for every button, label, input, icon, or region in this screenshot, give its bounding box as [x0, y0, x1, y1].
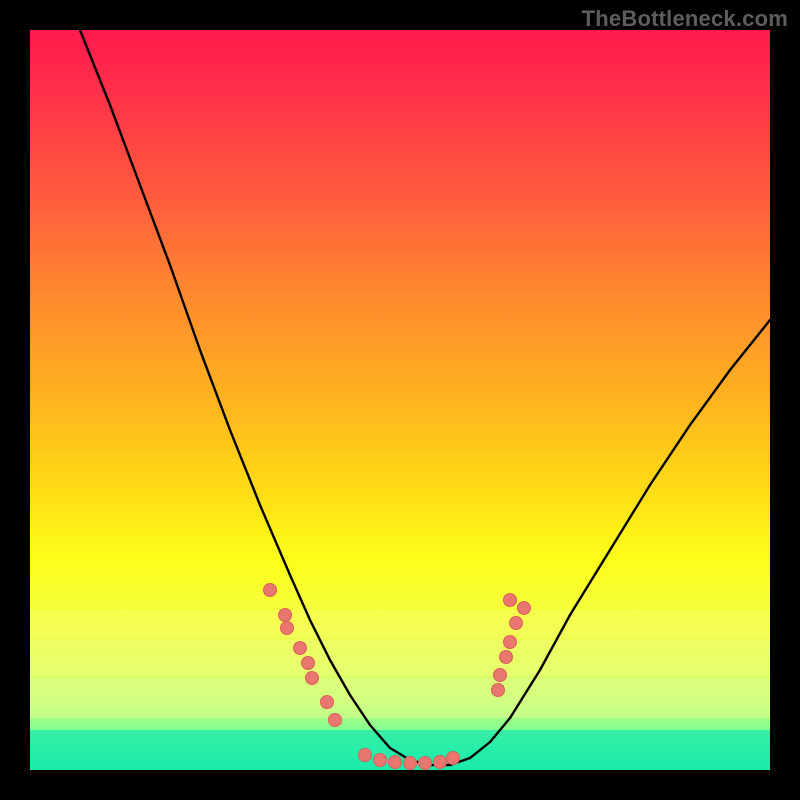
- data-marker: [447, 752, 460, 765]
- watermark-label: TheBottleneck.com: [582, 6, 788, 32]
- data-marker: [389, 756, 402, 769]
- data-marker: [329, 714, 342, 727]
- data-marker: [419, 757, 432, 770]
- data-marker: [518, 602, 531, 615]
- data-marker: [504, 636, 517, 649]
- glow-band: [30, 640, 770, 676]
- data-marker: [404, 757, 417, 770]
- glow-bands: [30, 610, 770, 770]
- plot-area: [30, 30, 770, 770]
- data-marker: [294, 642, 307, 655]
- data-marker: [510, 617, 523, 630]
- data-marker: [504, 594, 517, 607]
- data-marker: [374, 754, 387, 767]
- data-marker: [494, 669, 507, 682]
- chart-svg: [30, 30, 770, 770]
- data-marker: [279, 609, 292, 622]
- data-marker: [281, 622, 294, 635]
- glow-band: [30, 610, 770, 638]
- data-marker: [500, 651, 513, 664]
- chart-frame: TheBottleneck.com: [0, 0, 800, 800]
- data-marker: [306, 672, 319, 685]
- glow-band: [30, 678, 770, 718]
- data-marker: [302, 657, 315, 670]
- data-marker: [359, 749, 372, 762]
- data-marker: [264, 584, 277, 597]
- data-marker: [492, 684, 505, 697]
- data-marker: [434, 756, 447, 769]
- data-marker: [321, 696, 334, 709]
